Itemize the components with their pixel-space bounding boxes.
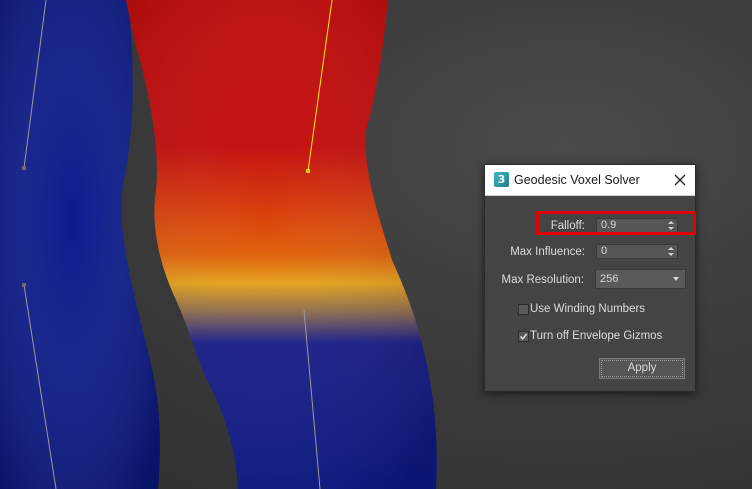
spinner-arrows-icon[interactable] bbox=[668, 246, 674, 257]
dialog-title: Geodesic Voxel Solver bbox=[514, 173, 640, 187]
chevron-down-icon bbox=[673, 277, 679, 281]
falloff-highlight-annotation bbox=[536, 211, 696, 235]
max-resolution-label: Max Resolution: bbox=[501, 274, 584, 286]
turn-off-envelope-gizmos-label[interactable]: Turn off Envelope Gizmos bbox=[530, 330, 662, 342]
apply-button[interactable]: Apply bbox=[599, 358, 685, 379]
bone-joint bbox=[306, 169, 310, 173]
max-resolution-dropdown[interactable]: 256 bbox=[595, 269, 686, 289]
max-influence-spinner[interactable]: 0 bbox=[596, 244, 678, 259]
checkmark-icon bbox=[519, 333, 528, 340]
close-button[interactable] bbox=[669, 169, 691, 191]
close-icon bbox=[674, 174, 686, 186]
geodesic-voxel-solver-dialog: 3 Geodesic Voxel Solver Falloff: 0.9 Max… bbox=[484, 164, 696, 392]
3dsmax-app-icon: 3 bbox=[494, 172, 509, 187]
max-influence-value: 0 bbox=[601, 245, 608, 257]
bone-joint bbox=[22, 166, 26, 170]
bone-joint bbox=[22, 283, 26, 287]
turn-off-envelope-gizmos-checkbox[interactable] bbox=[518, 331, 529, 342]
use-winding-numbers-checkbox[interactable] bbox=[518, 304, 529, 315]
use-winding-numbers-label[interactable]: Use Winding Numbers bbox=[530, 303, 645, 315]
dialog-titlebar[interactable]: 3 Geodesic Voxel Solver bbox=[485, 165, 695, 196]
max-influence-label: Max Influence: bbox=[510, 246, 585, 258]
max-resolution-value: 256 bbox=[600, 273, 619, 285]
